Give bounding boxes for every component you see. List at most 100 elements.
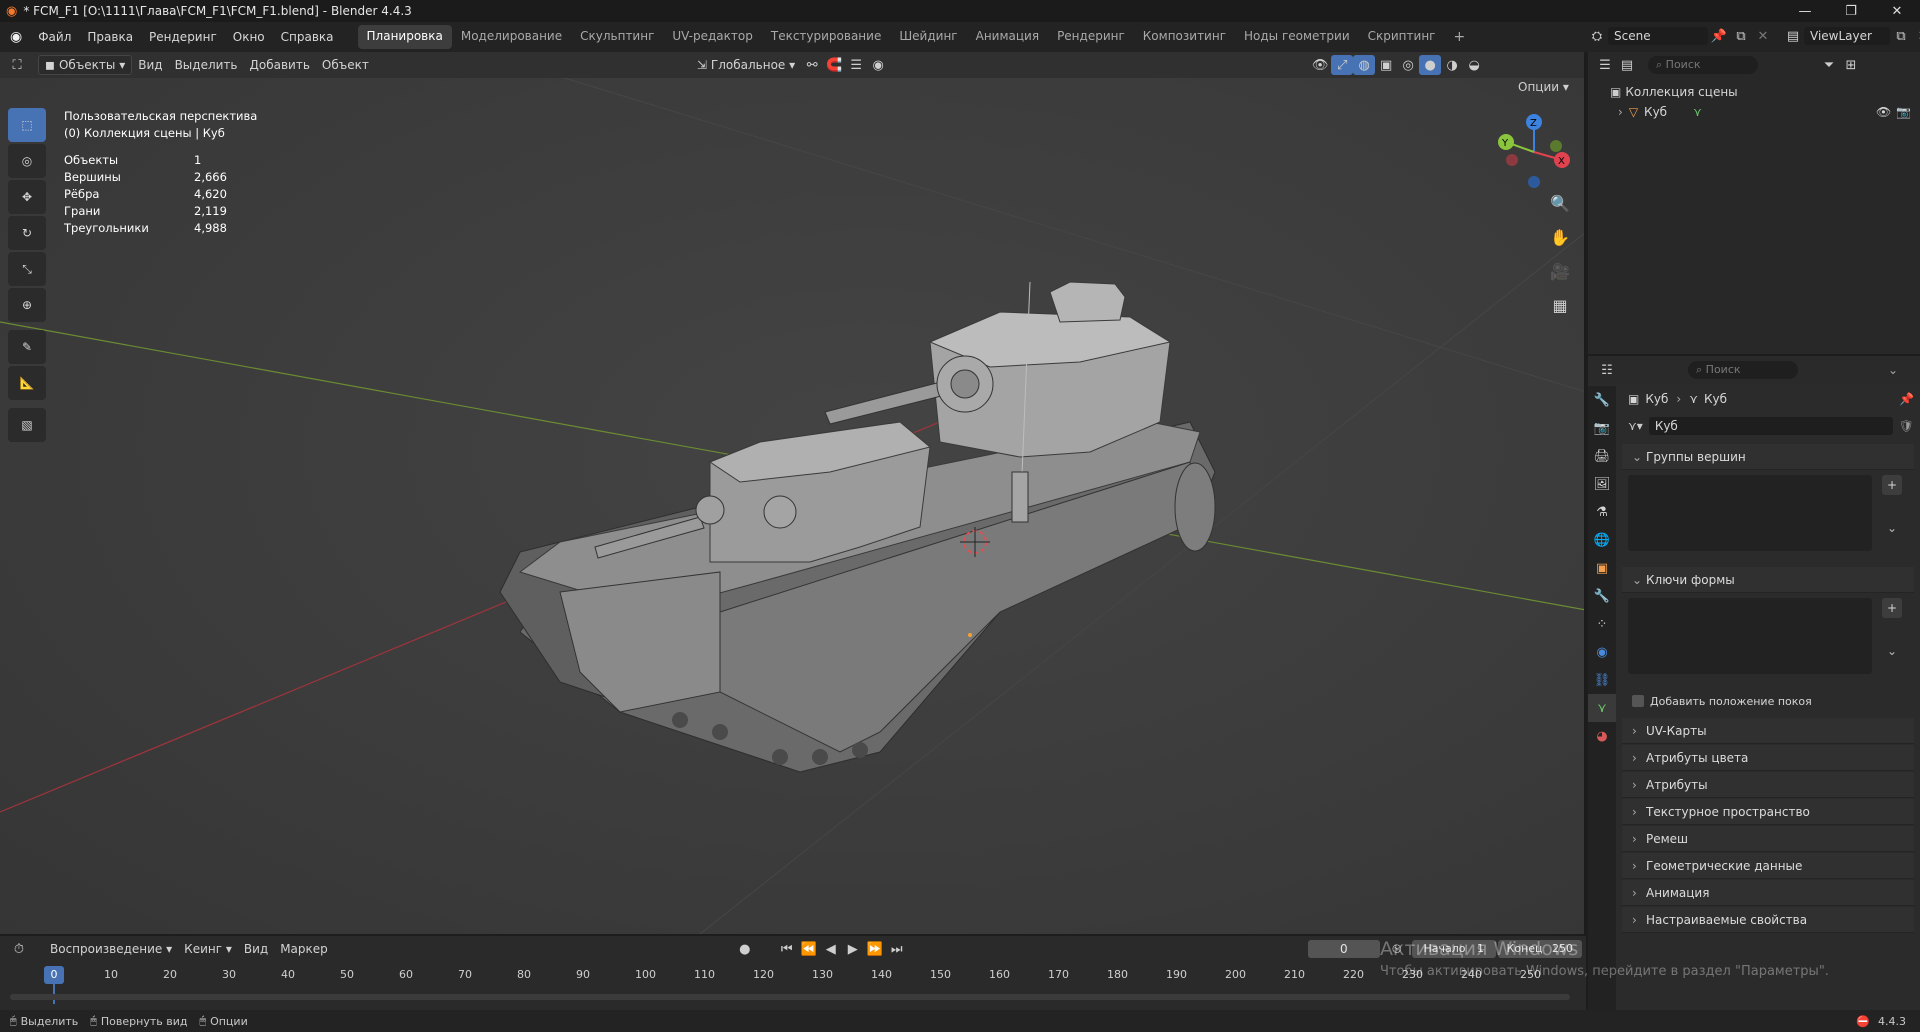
play-icon[interactable]: ▶: [842, 939, 864, 959]
remesh-panel-header[interactable]: › Ремеш: [1622, 826, 1914, 852]
tool-tab-icon[interactable]: 🔧: [1588, 386, 1616, 414]
tank-model[interactable]: [499, 281, 1216, 773]
attributes-panel-header[interactable]: › Атрибуты: [1622, 772, 1914, 798]
outliner-search-input[interactable]: ⌕ Поиск: [1648, 56, 1758, 74]
tab-sculpting[interactable]: Скульптинг: [571, 25, 663, 49]
solid-shading-icon[interactable]: ●: [1419, 55, 1442, 75]
view-layer-tab-icon[interactable]: 🖼: [1588, 470, 1616, 498]
add-workspace-button[interactable]: +: [1444, 25, 1474, 49]
timeline-editor-icon[interactable]: ⏱: [8, 939, 30, 959]
select-box-tool[interactable]: ⬚: [8, 108, 46, 142]
gizmo-toggle-icon[interactable]: ⤢: [1331, 55, 1354, 75]
timeline-scrollbar[interactable]: [10, 994, 1570, 1000]
zoom-icon[interactable]: 🔍: [1546, 190, 1574, 216]
wireframe-shading-icon[interactable]: ◎: [1397, 55, 1419, 75]
physics-tab-icon[interactable]: ◉: [1588, 638, 1616, 666]
pivot-icon[interactable]: ⚯: [801, 55, 823, 75]
annotate-tool[interactable]: ✎: [8, 330, 46, 364]
mesh-datablock-icon[interactable]: ⋎▾: [1628, 419, 1643, 433]
render-camera-icon[interactable]: 📷: [1896, 105, 1911, 119]
mesh-data-tab-icon[interactable]: ⋎: [1588, 694, 1616, 722]
uv-maps-panel-header[interactable]: › UV-Карты: [1622, 718, 1914, 744]
move-tool[interactable]: ✥: [8, 180, 46, 214]
outliner-object-row[interactable]: › ▽ Куб ⋎ 👁 📷: [1588, 102, 1920, 122]
scale-tool[interactable]: ⤡: [8, 252, 46, 286]
transform-tool[interactable]: ⊕: [8, 288, 46, 322]
menu-object[interactable]: Объект: [316, 56, 375, 74]
display-mode-icon[interactable]: ▤: [1616, 55, 1638, 75]
menu-edit[interactable]: Правка: [79, 30, 141, 44]
xray-icon[interactable]: ▣: [1375, 55, 1397, 75]
vertex-group-menu-chevron-icon[interactable]: ⌄: [1882, 521, 1902, 535]
tab-uv-editing[interactable]: UV-редактор: [663, 25, 761, 49]
material-shading-icon[interactable]: ◑: [1441, 55, 1463, 75]
custom-properties-panel-header[interactable]: › Настраиваемые свойства: [1622, 907, 1914, 933]
material-tab-icon[interactable]: ◕: [1588, 722, 1616, 750]
menu-help[interactable]: Справка: [273, 30, 342, 44]
vertex-groups-panel-header[interactable]: ⌄ Группы вершин: [1622, 444, 1914, 470]
playhead[interactable]: 0: [44, 966, 64, 984]
current-frame-field[interactable]: 0: [1307, 940, 1380, 958]
play-reverse-icon[interactable]: ◀: [820, 939, 842, 959]
tab-compositing[interactable]: Композитинг: [1134, 25, 1235, 49]
particles-tab-icon[interactable]: ⁘: [1588, 610, 1616, 638]
add-shape-key-button[interactable]: +: [1882, 598, 1902, 618]
visibility-eye-icon[interactable]: 👁: [1876, 105, 1891, 119]
tab-geometry-nodes[interactable]: Ноды геометрии: [1235, 25, 1359, 49]
blender-menu-icon[interactable]: ◉: [10, 29, 22, 45]
outliner-editor-icon[interactable]: ☰: [1594, 55, 1616, 75]
fake-user-icon[interactable]: 🛡: [1899, 419, 1914, 433]
menu-view[interactable]: Вид: [132, 56, 168, 74]
new-collection-icon[interactable]: ⊞: [1840, 55, 1862, 75]
modifier-tab-icon[interactable]: 🔧: [1588, 582, 1616, 610]
remove-view-layer-icon[interactable]: ✕: [1912, 26, 1920, 46]
overlay-toggle-icon[interactable]: ◍: [1353, 55, 1376, 75]
scene-collection-row[interactable]: ▣ Коллекция сцены: [1588, 82, 1920, 102]
snap-icon[interactable]: 🧲: [823, 55, 845, 75]
scene-tab-icon[interactable]: ⚗: [1588, 498, 1616, 526]
visibility-icon[interactable]: 👁: [1309, 55, 1331, 75]
cursor-tool[interactable]: ◎: [8, 144, 46, 178]
geometry-data-panel-header[interactable]: › Геометрические данные: [1622, 853, 1914, 879]
world-tab-icon[interactable]: 🌐: [1588, 526, 1616, 554]
view-layer-selector[interactable]: ViewLayer: [1804, 27, 1890, 45]
constraints-tab-icon[interactable]: ⛓: [1588, 666, 1616, 694]
properties-editor-icon[interactable]: ☷: [1596, 360, 1618, 380]
add-vertex-group-button[interactable]: +: [1882, 475, 1902, 495]
chevron-down-icon[interactable]: ⌄: [1888, 363, 1898, 377]
mesh-name-field[interactable]: Куб: [1648, 417, 1893, 435]
prev-keyframe-icon[interactable]: ⏪: [798, 939, 820, 959]
filter-icon[interactable]: ⏷: [1818, 55, 1840, 75]
marker-menu[interactable]: Маркер: [274, 940, 334, 958]
timeline-view-menu[interactable]: Вид: [238, 940, 274, 958]
shape-key-menu-chevron-icon[interactable]: ⌄: [1882, 644, 1902, 658]
menu-add[interactable]: Добавить: [243, 56, 315, 74]
new-view-layer-icon[interactable]: ⧉: [1890, 26, 1912, 46]
add-rest-position-checkbox[interactable]: [1632, 695, 1644, 707]
tab-rendering[interactable]: Рендеринг: [1048, 25, 1134, 49]
rendered-shading-icon[interactable]: ◒: [1463, 55, 1485, 75]
tab-scripting[interactable]: Скриптинг: [1359, 25, 1445, 49]
navigation-gizmo[interactable]: Z X Y: [1490, 112, 1570, 192]
frame-ruler[interactable]: 10 20 30 40 50 60 70 80 90 100 110 120 130 140 150 160 1…: [0, 966, 1586, 1006]
tab-texture-paint[interactable]: Текстурирование: [762, 25, 890, 49]
expand-chevron-icon[interactable]: ›: [1618, 105, 1623, 119]
jump-start-icon[interactable]: ⏮: [776, 939, 798, 959]
remove-scene-icon[interactable]: ✕: [1752, 26, 1774, 46]
scene-selector[interactable]: Scene: [1608, 27, 1708, 45]
render-tab-icon[interactable]: 📷: [1588, 414, 1616, 442]
color-attributes-panel-header[interactable]: › Атрибуты цвета: [1622, 745, 1914, 771]
properties-search-input[interactable]: ⌕ Поиск: [1688, 361, 1798, 379]
rotate-tool[interactable]: ↻: [8, 216, 46, 250]
jump-end-icon[interactable]: ⏭: [886, 939, 908, 959]
close-button[interactable]: ✕: [1874, 0, 1920, 22]
measure-tool[interactable]: 📐: [8, 366, 46, 400]
playback-menu[interactable]: Воспроизведение ▾: [44, 940, 178, 958]
perspective-grid-icon[interactable]: ▦: [1546, 292, 1574, 318]
3d-viewport[interactable]: ⛶ ◼ Объекты ▾ Вид Выделить Добавить Объек…: [0, 52, 1586, 934]
tab-modeling[interactable]: Моделирование: [452, 25, 571, 49]
menu-select[interactable]: Выделить: [169, 56, 244, 74]
pin-scene-icon[interactable]: 📌: [1708, 26, 1730, 46]
tab-shading[interactable]: Шейдинг: [890, 25, 966, 49]
mesh-data-icon[interactable]: ⋎: [1693, 105, 1702, 119]
